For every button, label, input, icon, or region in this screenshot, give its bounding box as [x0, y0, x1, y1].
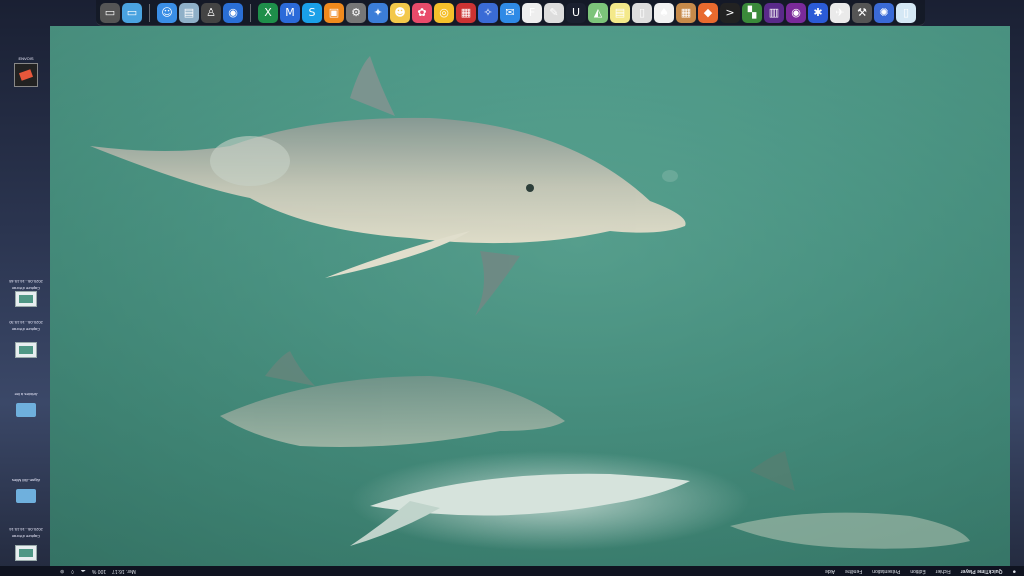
cloud-icon[interactable]: ☁ — [81, 568, 86, 574]
messages-icon[interactable]: ✉ — [500, 2, 520, 23]
desktop-item-label: 2020-08...16.15.48 — [9, 279, 43, 284]
terminal-icon[interactable]: > — [720, 2, 740, 23]
video-frame[interactable] — [50, 26, 1010, 566]
screenshot-thumbnail-icon — [15, 342, 37, 358]
desktop-item-folder-algae[interactable]: Algae–Bill Miles — [0, 476, 52, 503]
trash-icon[interactable]: ▭ — [100, 2, 120, 23]
skype-icon[interactable]: S — [302, 2, 322, 23]
desktop-item-label: Algae–Bill Miles — [11, 478, 41, 483]
photos-icon[interactable]: ✿ — [412, 2, 432, 23]
desktop-item-label: Capture d'écran — [11, 534, 41, 539]
maps-icon[interactable]: ◭ — [588, 2, 608, 23]
dolphin-third — [350, 451, 750, 551]
desktop-item-label: 2020-08...16.15.30 — [9, 320, 43, 325]
books-icon[interactable]: ▣ — [324, 2, 344, 23]
desktop-item-label: Articles à lire — [14, 392, 38, 397]
siri-icon[interactable]: ✺ — [874, 2, 894, 23]
desktop-item-label: 2020-08...16.15.16 — [9, 527, 43, 532]
mosaic-icon[interactable]: ▚ — [742, 2, 762, 23]
calculator-icon[interactable]: ▦ — [456, 2, 476, 23]
desktop-item-envois[interactable]: ENVOIS — [0, 54, 52, 87]
desktop-item-screenshot-c[interactable]: 2020-08...16.15.16 Capture d'écran — [0, 525, 52, 561]
menu-fichier[interactable]: Fichier — [935, 568, 950, 574]
apple-menu-icon[interactable]: ● — [1012, 568, 1016, 574]
excel-icon[interactable]: X — [258, 2, 278, 23]
safari-icon[interactable]: ◉ — [223, 2, 243, 23]
menu-fenetre[interactable]: Fenêtre — [845, 568, 862, 574]
desktop-item-screenshot-a[interactable]: 2020-08...16.15.48 Capture d'écran — [0, 277, 52, 307]
wifi-icon[interactable]: ⌔ — [70, 568, 75, 574]
menu-aide[interactable]: Aide — [825, 568, 835, 574]
desktop-icon[interactable]: ▭ — [122, 2, 142, 23]
image-icon — [14, 63, 38, 87]
menu-edition[interactable]: Édition — [910, 568, 925, 574]
numbers-icon[interactable]: ▥ — [764, 2, 784, 23]
folder-icon — [16, 489, 36, 503]
dolphin-scene — [50, 26, 1010, 566]
desktop-item-label: Capture d'écran — [11, 327, 41, 332]
folder-icon — [16, 403, 36, 417]
screenshot-thumbnail-icon — [15, 545, 37, 561]
battery-status[interactable]: 100 % — [92, 568, 106, 574]
radio-icon[interactable]: ◉ — [786, 2, 806, 23]
menu-bar: Mer. 16:17 100 % ☁ ⌔ ⊚ ● QuickTime Playe… — [0, 566, 1024, 576]
magnet-icon[interactable]: U — [566, 2, 586, 23]
grid-icon[interactable]: ▦ — [676, 2, 696, 23]
app-menu[interactable]: QuickTime Player — [961, 568, 1003, 574]
compass-icon[interactable]: ✧ — [478, 2, 498, 23]
menu-presentation[interactable]: Présentation — [872, 568, 900, 574]
app-icon[interactable]: ✦ — [368, 2, 388, 23]
textedit-icon[interactable]: ✎ — [544, 2, 564, 23]
finder-icon[interactable]: ☺ — [157, 2, 177, 23]
desktop-item-label: Capture d'écran — [11, 286, 41, 291]
desktop-item-label: ENVOIS — [18, 56, 34, 61]
desktop-item-screenshot-b[interactable]: 2020-08...16.15.30 Capture d'écran — [0, 318, 52, 358]
script-icon[interactable]: ♙ — [201, 2, 221, 23]
ink-icon[interactable]: ♠ — [654, 2, 674, 23]
dock-separator — [149, 3, 150, 22]
face-icon[interactable]: ☻ — [390, 2, 410, 23]
word-icon[interactable]: M — [280, 2, 300, 23]
fontbook-icon[interactable]: F — [522, 2, 542, 23]
preview-icon[interactable]: ▤ — [179, 2, 199, 23]
control-icon[interactable]: ⊚ — [60, 568, 64, 574]
screenshot-thumbnail-icon — [15, 291, 37, 307]
migration-icon[interactable]: ✈ — [830, 2, 850, 23]
pizza-icon[interactable]: ◆ — [698, 2, 718, 23]
toolbox-icon[interactable]: ⚒ — [852, 2, 872, 23]
notes-icon[interactable]: ▤ — [610, 2, 630, 23]
file-icon[interactable]: ▯ — [896, 2, 916, 23]
chrome-icon[interactable]: ◎ — [434, 2, 454, 23]
clock[interactable]: Mer. 16:17 — [112, 568, 136, 574]
network-icon[interactable]: ✱ — [808, 2, 828, 23]
desktop-item-folder-articles[interactable]: Articles à lire — [0, 390, 52, 417]
utility-icon[interactable]: ⚙ — [346, 2, 366, 23]
doc-icon[interactable]: ▯ — [632, 2, 652, 23]
dock-separator — [250, 3, 251, 22]
dock: ▭ ▭ ☺ ▤ ♙ ◉ X M S ▣ ⚙ ✦ ☻ ✿ ◎ ▦ ✧ ✉ F ✎ U ◭ ▤ ▯ ♠ ▦ ◆ > ▚ ▥ ◉ ✱ ✈ ⚒ ✺ ▯ — [96, 0, 925, 26]
